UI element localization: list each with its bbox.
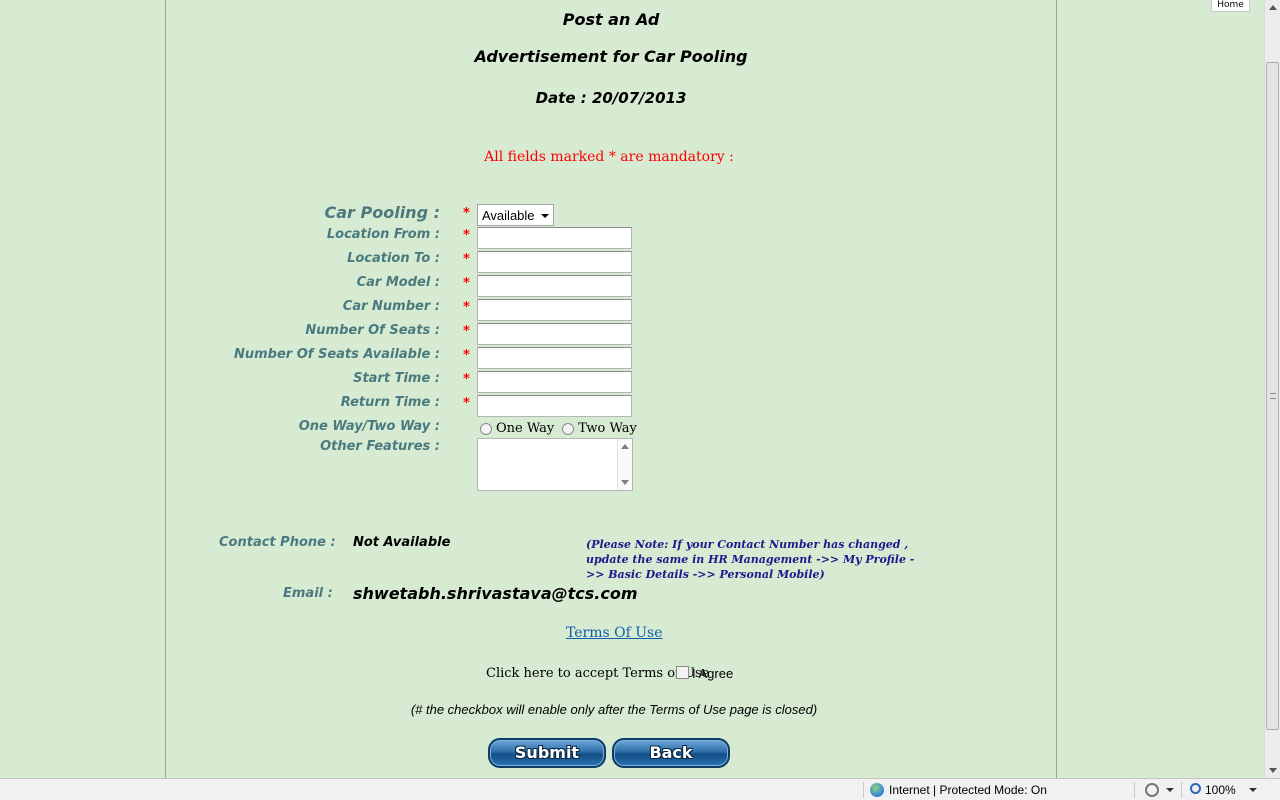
page-subtitle: Advertisement for Car Pooling [474,47,748,66]
date-text: Date : 20/07/2013 [535,89,687,107]
required-marker: * [463,396,470,411]
status-divider [1181,782,1182,798]
terms-of-use-link[interactable]: Terms Of Use [566,625,663,641]
chevron-down-icon[interactable] [1166,788,1174,792]
agree-label: I Agree [692,666,734,681]
required-marker: * [463,324,470,339]
globe-icon [870,783,884,797]
email-value: shwetabh.shrivastava@tcs.com [353,584,638,603]
start-time-label: Start Time : [353,371,440,386]
return-time-input[interactable] [477,395,632,417]
right-border [1056,0,1057,778]
contact-phone-value: Not Available [353,535,451,550]
contact-note: (Please Note: If your Contact Number has… [586,538,915,581]
car-number-input[interactable] [477,299,632,321]
scroll-up-arrow-icon[interactable] [1269,5,1277,10]
chevron-down-icon [541,214,549,218]
page-scrollbar[interactable] [1264,0,1280,778]
return-time-label: Return Time : [340,395,440,410]
car-pooling-select[interactable]: Available [477,204,554,226]
required-marker: * [463,348,470,363]
start-time-input[interactable] [477,371,632,393]
zoom-dropdown-icon[interactable] [1249,788,1257,792]
car-model-input[interactable] [477,275,632,297]
security-settings-icon[interactable] [1145,783,1159,797]
checkbox-hint: (# the checkbox will enable only after t… [410,702,818,717]
other-features-textarea[interactable] [477,438,633,491]
location-to-label: Location To : [347,251,440,266]
car-pooling-label: Car Pooling : [324,203,441,222]
trip-type-label: One Way/Two Way : [298,419,440,434]
scroll-up-icon[interactable] [621,444,629,449]
scroll-down-arrow-icon[interactable] [1269,768,1277,773]
location-to-input[interactable] [477,251,632,273]
scrollbar-thumb[interactable] [1266,62,1279,730]
required-marker: * [463,300,470,315]
agree-checkbox[interactable] [676,666,689,679]
required-marker: * [463,276,470,291]
home-button[interactable]: Home [1211,0,1250,12]
browser-status-bar: Internet | Protected Mode: On 100% [0,778,1280,800]
zoom-icon[interactable] [1190,783,1201,794]
contact-phone-label: Contact Phone : [219,535,336,550]
number-of-seats-label: Number Of Seats : [305,323,440,338]
scroll-down-icon[interactable] [621,480,629,485]
location-from-input[interactable] [477,227,632,249]
car-pooling-selected: Available [482,208,535,223]
left-border [165,0,166,778]
number-of-seats-input[interactable] [477,323,632,345]
seats-available-label: Number Of Seats Available : [234,347,440,362]
required-marker: * [463,372,470,387]
textarea-scrollbar[interactable] [617,439,632,490]
security-zone-text[interactable]: Internet | Protected Mode: On [889,783,1047,797]
email-label: Email : [283,586,333,601]
page-viewport: Home Post an Ad Advertisement for Car Po… [0,0,1264,778]
car-model-label: Car Model : [356,275,440,290]
mandatory-note: All fields marked * are mandatory : [484,149,734,165]
zoom-level[interactable]: 100% [1205,783,1236,797]
status-divider [1134,782,1135,798]
status-divider [863,782,864,798]
back-button[interactable]: Back [612,738,730,768]
one-way-radio[interactable] [480,422,492,435]
car-number-label: Car Number : [342,299,440,314]
two-way-radio[interactable] [562,422,575,435]
one-way-label: One Way [496,421,555,436]
required-marker: * [463,252,470,267]
grip-icon [1270,393,1276,399]
required-marker: * [463,206,470,221]
required-marker: * [463,228,470,243]
two-way-label: Two Way [578,421,637,436]
seats-available-input[interactable] [477,347,632,369]
other-features-label: Other Features : [320,439,440,454]
location-from-label: Location From : [326,227,440,242]
submit-button[interactable]: Submit [488,738,606,768]
page-title: Post an Ad [562,10,660,29]
trip-type-group: One Way Two Way [480,421,645,436]
